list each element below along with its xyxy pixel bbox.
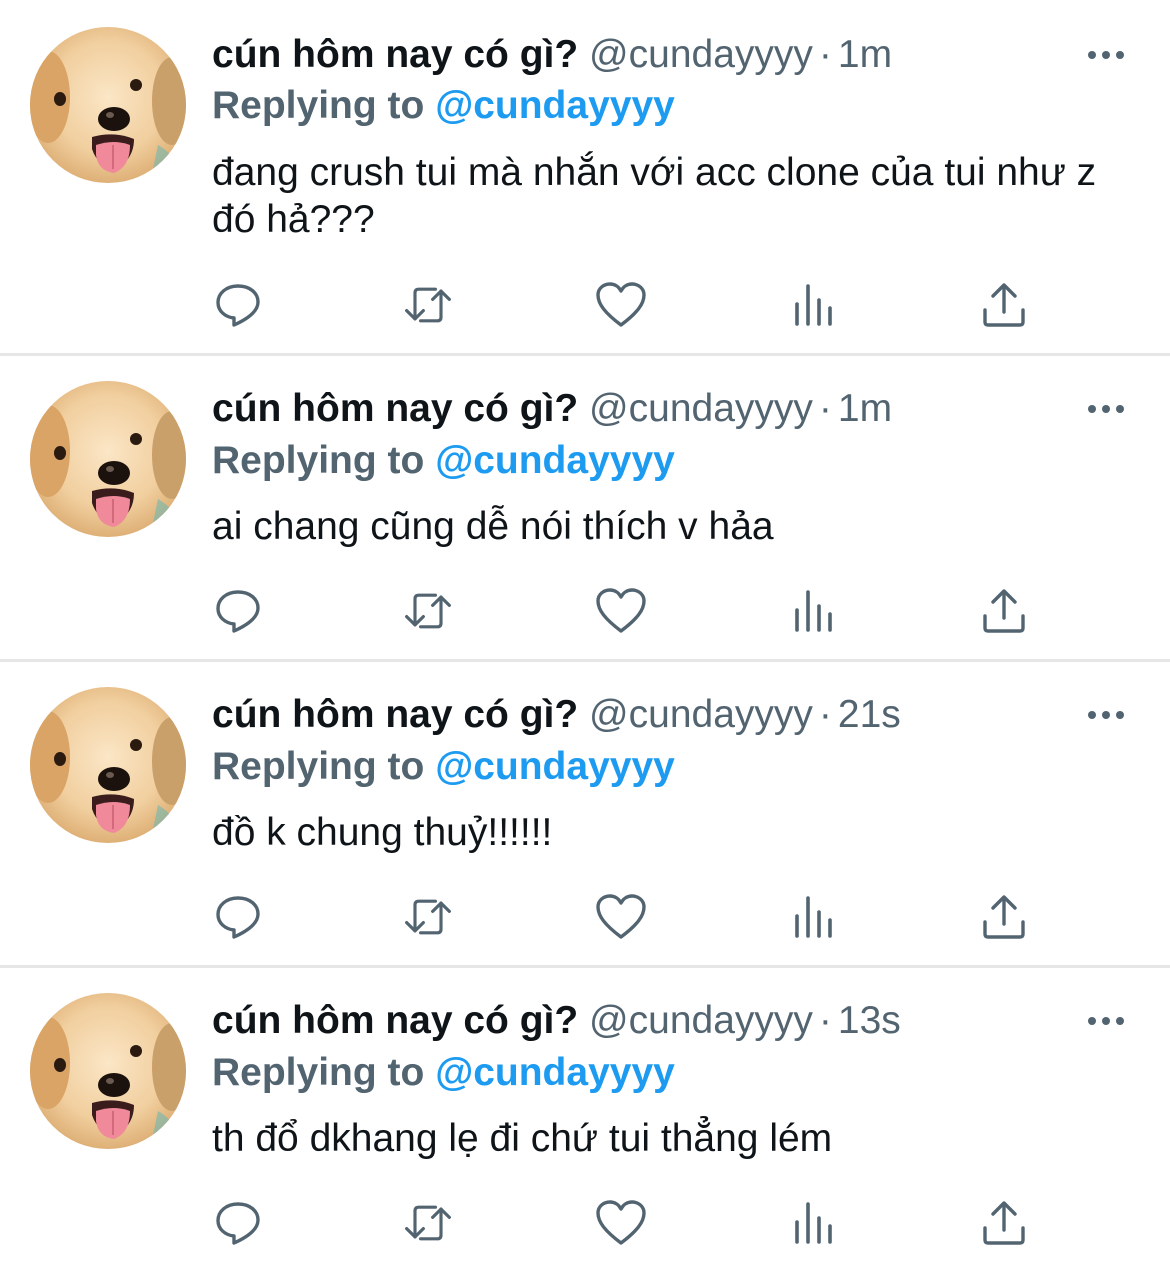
puppy-avatar-image [30, 993, 186, 1149]
display-name[interactable]: cún hôm nay có gì? [212, 387, 578, 430]
timestamp[interactable]: 13s [838, 999, 901, 1042]
more-icon[interactable] [1086, 399, 1126, 419]
retweet-icon[interactable] [402, 1197, 454, 1249]
user-handle[interactable]: @cundayyyy [589, 999, 813, 1042]
replying-label: Replying to [212, 745, 425, 788]
replying-handle-link[interactable]: @cundayyyy [435, 84, 675, 127]
tweet-header: cún hôm nay có gì? @cundayyyy · 13s [212, 997, 901, 1045]
tweet-header: cún hôm nay có gì? @cundayyyy · 21s [212, 691, 901, 739]
tweet-header: cún hôm nay có gì? @cundayyyy · 1m [212, 385, 892, 433]
display-name[interactable]: cún hôm nay có gì? [212, 999, 578, 1042]
tweet[interactable]: cún hôm nay có gì? @cundayyyy · 21s Replyi… [0, 662, 1170, 966]
user-handle[interactable]: @cundayyyy [589, 387, 813, 430]
analytics-icon[interactable] [788, 1197, 840, 1249]
like-icon[interactable] [595, 891, 647, 943]
display-name[interactable]: cún hôm nay có gì? [212, 693, 578, 736]
retweet-icon[interactable] [402, 279, 454, 331]
avatar[interactable] [30, 27, 186, 183]
replying-to: Replying to @cundayyyy [212, 437, 675, 485]
replying-handle-link[interactable]: @cundayyyy [435, 1051, 675, 1094]
user-handle[interactable]: @cundayyyy [589, 693, 813, 736]
timestamp[interactable]: 1m [838, 387, 892, 430]
share-icon[interactable] [978, 891, 1030, 943]
replying-label: Replying to [212, 439, 425, 482]
tweet-text: ai chang cũng dễ nói thích v hảa [212, 505, 774, 548]
timestamp[interactable]: 21s [838, 693, 901, 736]
share-icon[interactable] [978, 1197, 1030, 1249]
more-icon[interactable] [1086, 45, 1126, 65]
analytics-icon[interactable] [788, 891, 840, 943]
like-icon[interactable] [595, 585, 647, 637]
display-name[interactable]: cún hôm nay có gì? [212, 33, 578, 76]
like-icon[interactable] [595, 1197, 647, 1249]
reply-icon[interactable] [212, 891, 264, 943]
share-icon[interactable] [978, 585, 1030, 637]
tweet[interactable]: cún hôm nay có gì? @cundayyyy · 13s Replyi… [0, 968, 1170, 1266]
tweet-text: đồ k chung thuỷ!!!!!! [212, 811, 553, 854]
timestamp[interactable]: 1m [838, 33, 892, 76]
puppy-avatar-image [30, 687, 186, 843]
retweet-icon[interactable] [402, 585, 454, 637]
tweet[interactable]: cún hôm nay có gì? @cundayyyy · 1m Replyin… [0, 356, 1170, 660]
share-icon[interactable] [978, 279, 1030, 331]
avatar[interactable] [30, 993, 186, 1149]
replying-to: Replying to @cundayyyy [212, 743, 675, 791]
more-icon[interactable] [1086, 705, 1126, 725]
tweet-header: cún hôm nay có gì? @cundayyyy · 1m [212, 31, 892, 79]
replying-to: Replying to @cundayyyy [212, 82, 675, 130]
separator-dot: · [818, 999, 832, 1042]
puppy-avatar-image [30, 381, 186, 537]
tweet[interactable]: cún hôm nay có gì? @cundayyyy · 1m Replyin… [0, 0, 1170, 355]
reply-icon[interactable] [212, 279, 264, 331]
more-icon[interactable] [1086, 1011, 1126, 1031]
analytics-icon[interactable] [788, 279, 840, 331]
tweet-text: th đổ dkhang lẹ đi chứ tui thẳng lém [212, 1117, 833, 1160]
replying-label: Replying to [212, 84, 425, 127]
avatar[interactable] [30, 687, 186, 843]
reply-icon[interactable] [212, 1197, 264, 1249]
analytics-icon[interactable] [788, 585, 840, 637]
like-icon[interactable] [595, 279, 647, 331]
tweet-text: đang crush tui mà nhắn với acc clone của… [212, 151, 1097, 241]
separator-dot: · [818, 387, 832, 430]
reply-icon[interactable] [212, 585, 264, 637]
replying-handle-link[interactable]: @cundayyyy [435, 439, 675, 482]
avatar[interactable] [30, 381, 186, 537]
separator-dot: · [818, 33, 832, 76]
replying-handle-link[interactable]: @cundayyyy [435, 745, 675, 788]
replying-label: Replying to [212, 1051, 425, 1094]
puppy-avatar-image [30, 27, 186, 183]
user-handle[interactable]: @cundayyyy [589, 33, 813, 76]
replying-to: Replying to @cundayyyy [212, 1049, 675, 1097]
separator-dot: · [818, 693, 832, 736]
retweet-icon[interactable] [402, 891, 454, 943]
